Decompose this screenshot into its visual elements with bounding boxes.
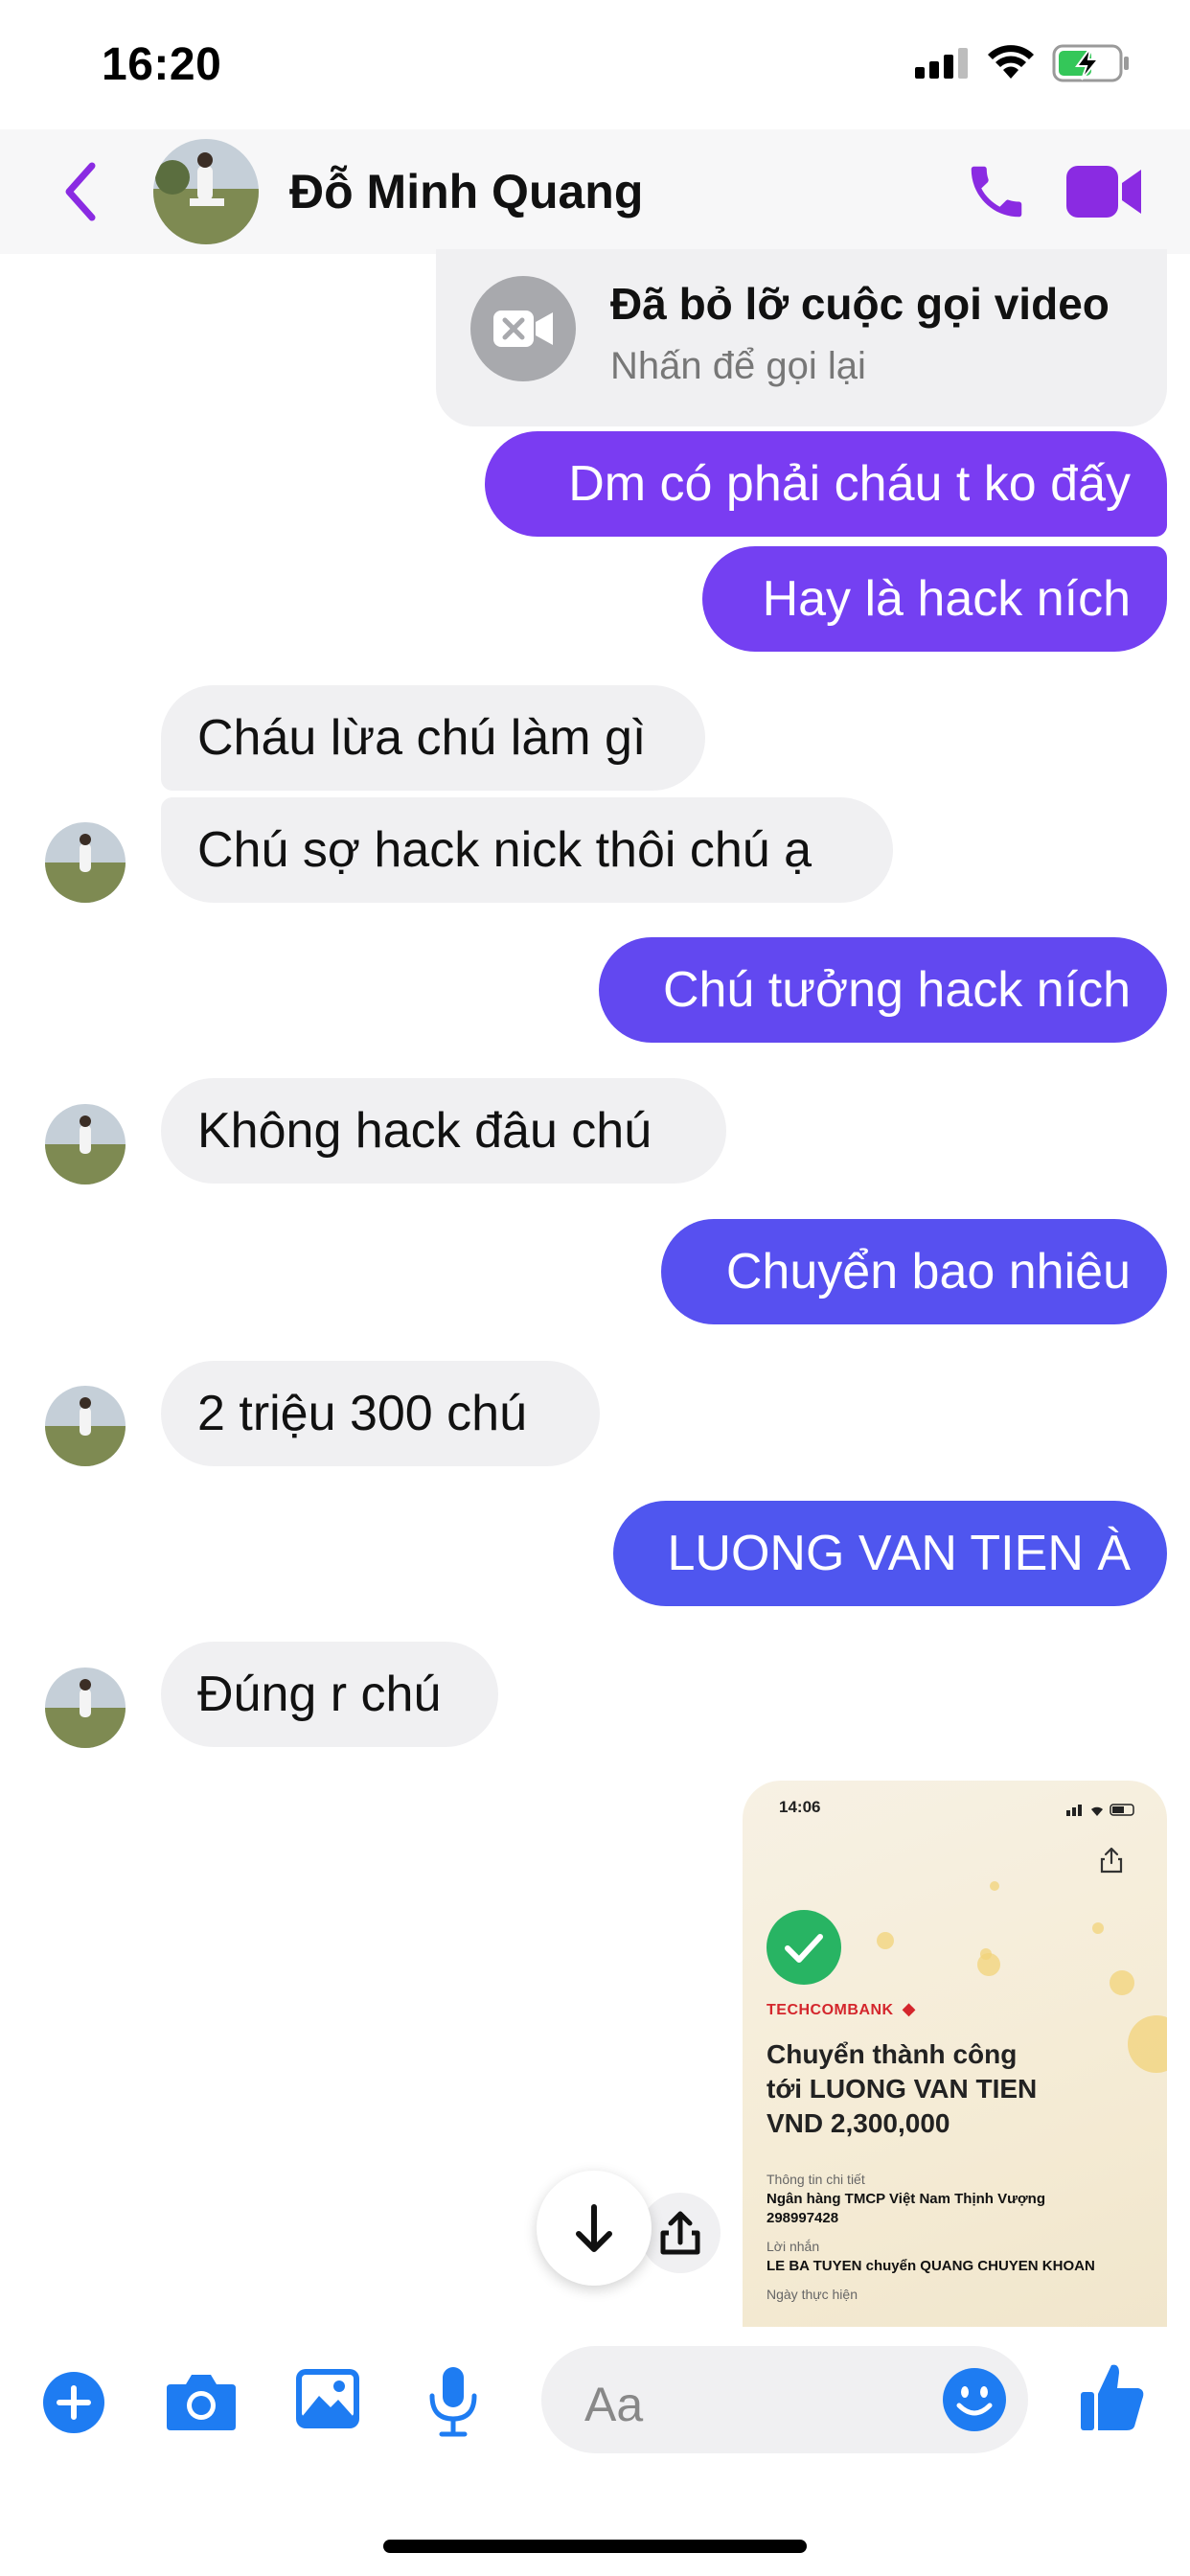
- phone-icon[interactable]: [963, 158, 1030, 225]
- sender-avatar[interactable]: [45, 1668, 126, 1748]
- decor-coin: [1092, 1922, 1104, 1934]
- decor-coin: [1128, 2015, 1167, 2073]
- sender-avatar[interactable]: [45, 1104, 126, 1184]
- back-icon[interactable]: [59, 158, 102, 225]
- emoji-icon[interactable]: [942, 2367, 1007, 2432]
- missed-call-title: Đã bỏ lỡ cuộc gọi video: [610, 279, 1110, 329]
- missed-video-icon: [470, 276, 576, 381]
- decor-coin: [877, 1932, 894, 1949]
- contact-avatar[interactable]: [153, 139, 259, 244]
- sender-avatar[interactable]: [45, 1386, 126, 1466]
- message-composer: Aa: [0, 2327, 1190, 2576]
- scroll-to-bottom-button[interactable]: [537, 2171, 652, 2286]
- message-bubble-in[interactable]: Không hack đâu chú: [161, 1078, 726, 1184]
- battery-charging-icon: [1052, 44, 1129, 82]
- chat-header: Đỗ Minh Quang: [0, 129, 1190, 254]
- sender-avatar[interactable]: [45, 822, 126, 903]
- message-bubble-in[interactable]: Chú sợ hack nick thôi chú ạ: [161, 797, 893, 903]
- decor-coin: [977, 1953, 1000, 1976]
- cellular-signal-icon: [915, 48, 968, 79]
- message-bubble-in[interactable]: Đúng r chú: [161, 1642, 498, 1747]
- message-bubble-out[interactable]: Chuyển bao nhiêu: [661, 1219, 1167, 1324]
- receipt-status-icons: [1066, 1804, 1134, 1816]
- message-bubble-out[interactable]: Chú tưởng hack ních: [599, 937, 1167, 1043]
- arrow-down-icon: [576, 2204, 612, 2252]
- missed-call-subtitle: Nhấn để gọi lại: [610, 345, 866, 387]
- message-bubble-out[interactable]: Hay là hack ních: [702, 546, 1167, 652]
- status-bar: 16:20: [0, 0, 1190, 129]
- contact-name[interactable]: Đỗ Minh Quang: [289, 164, 643, 219]
- receipt-title: Chuyển thành công tới LUONG VAN TIEN VND…: [767, 2039, 1038, 2138]
- bank-name: Ngân hàng TMCP Việt Nam Thịnh Vượng: [767, 2191, 1045, 2207]
- message-bubble-out[interactable]: LUONG VAN TIEN À: [613, 1501, 1167, 1606]
- bank-logo: TECHCOMBANK ◆: [767, 1999, 916, 2018]
- wifi-icon: [988, 45, 1034, 79]
- message-bubble-out[interactable]: Dm có phải cháu t ko đấy: [485, 431, 1167, 537]
- gallery-icon[interactable]: [294, 2367, 361, 2430]
- share-icon: [660, 2211, 700, 2255]
- account-number: 298997428: [767, 2210, 839, 2226]
- transfer-note: LE BA TUYEN chuyển QUANG CHUYEN KHOAN: [767, 2258, 1095, 2274]
- message-input[interactable]: Aa: [541, 2346, 1028, 2453]
- home-indicator: [383, 2540, 807, 2553]
- decor-coin: [990, 1881, 999, 1891]
- camera-icon[interactable]: [165, 2369, 238, 2432]
- receipt-image[interactable]: 14:06 TECHCOMBANK ◆ Chuyển thành công tớ…: [743, 1781, 1167, 2327]
- plus-icon[interactable]: [42, 2371, 105, 2434]
- success-check-icon: [767, 1910, 841, 1985]
- message-bubble-in[interactable]: Cháu lừa chú làm gì: [161, 685, 705, 791]
- share-icon[interactable]: [1097, 1846, 1126, 1874]
- mic-icon[interactable]: [426, 2365, 480, 2438]
- message-input-placeholder: Aa: [584, 2378, 644, 2431]
- missed-call-card[interactable]: Đã bỏ lỡ cuộc gọi video Nhấn để gọi lại: [436, 249, 1167, 426]
- status-time: 16:20: [102, 39, 222, 90]
- like-icon[interactable]: [1079, 2361, 1146, 2434]
- decor-coin: [1110, 1970, 1134, 1995]
- date-label: Ngày thực hiện: [767, 2287, 858, 2302]
- receipt-time: 14:06: [779, 1798, 821, 1816]
- message-bubble-in[interactable]: 2 triệu 300 chú: [161, 1361, 600, 1466]
- share-button[interactable]: [640, 2193, 721, 2273]
- note-label: Lời nhắn: [767, 2239, 820, 2254]
- video-icon[interactable]: [1066, 164, 1143, 219]
- details-label: Thông tin chi tiết: [767, 2172, 865, 2187]
